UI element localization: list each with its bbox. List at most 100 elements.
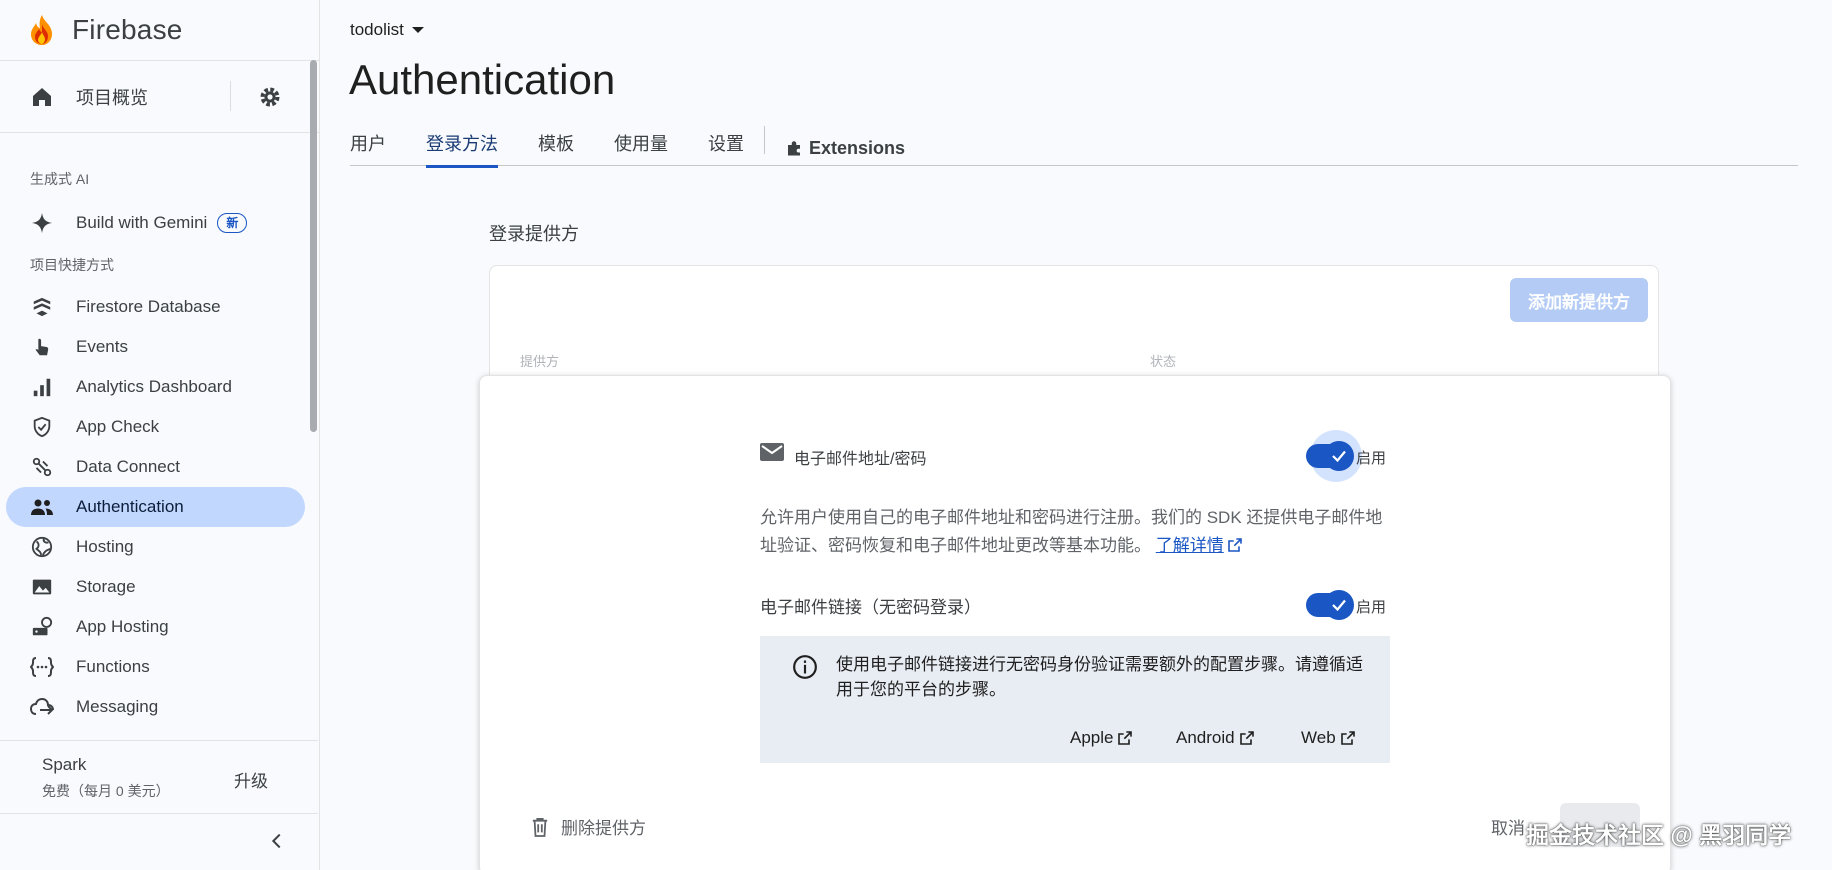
open-external-icon: [1227, 538, 1242, 552]
providers-table: 添加新提供方 提供方 状态: [489, 265, 1659, 385]
sidebar-item-functions[interactable]: Functions: [0, 647, 319, 687]
open-external-icon: [1239, 731, 1254, 745]
tab-templates[interactable]: 模板: [538, 118, 574, 166]
tab-usage[interactable]: 使用量: [614, 118, 668, 166]
project-name: todolist: [350, 20, 404, 39]
email-password-toggle[interactable]: [1306, 441, 1354, 471]
sidebar-item-messaging[interactable]: Messaging: [0, 687, 319, 727]
sidebar-scrollbar[interactable]: [310, 60, 317, 432]
image-icon: [30, 575, 54, 599]
email-password-enabled-label: 启用: [1356, 450, 1387, 467]
toggle-knob: [1324, 590, 1354, 620]
home-icon: [33, 87, 51, 106]
provider-edit-panel: [479, 375, 1671, 870]
email-password-title: 电子邮件地址/密码: [794, 451, 927, 468]
plan-info: Spark 免费（每月 0 美元） 升级: [0, 740, 318, 814]
sidebar-item-label: Functions: [76, 657, 150, 676]
sidebar-item-build-with-gemini[interactable]: Build with Gemini 新: [0, 203, 319, 243]
column-header-provider: 提供方: [520, 354, 560, 369]
brand-name: Firebase: [72, 14, 183, 45]
sparkle-icon: [30, 211, 54, 235]
caret-down-icon: [411, 27, 424, 33]
email-link-toggle[interactable]: [1306, 590, 1354, 620]
web-link[interactable]: Web: [1301, 728, 1356, 748]
firestore-icon: [30, 295, 54, 319]
app-hosting-icon: [30, 615, 54, 639]
sidebar-item-label: Data Connect: [76, 457, 180, 476]
sidebar-item-app-hosting[interactable]: App Hosting: [0, 607, 319, 647]
apple-link-label: Apple: [1070, 728, 1114, 747]
page-title: Authentication: [349, 56, 616, 103]
web-link-label: Web: [1301, 728, 1336, 747]
toggle-knob: [1324, 441, 1354, 471]
project-overview[interactable]: 项目概览: [0, 61, 319, 133]
email-password-description: 允许用户使用自己的电子邮件地址和密码进行注册。我们的 SDK 还提供电子邮件地址…: [760, 504, 1390, 560]
upgrade-button[interactable]: 升级: [234, 767, 268, 792]
chevron-left-icon[interactable]: [266, 830, 288, 852]
tab-extensions[interactable]: Extensions: [785, 118, 905, 166]
sidebar-item-label: Build with Gemini: [76, 213, 208, 232]
sidebar-item-storage[interactable]: Storage: [0, 567, 319, 607]
cancel-button[interactable]: 取消: [1491, 814, 1525, 839]
learn-more-label: 了解详情: [1155, 536, 1224, 555]
android-link-label: Android: [1176, 728, 1235, 747]
functions-icon: [30, 655, 54, 679]
sidebar-item-label: Firestore Database: [76, 297, 221, 316]
sidebar-item-label: Hosting: [76, 537, 134, 556]
brand-header[interactable]: Firebase: [0, 0, 319, 61]
plan-description: 免费（每月 0 美元）: [42, 783, 170, 799]
tab-separator: [764, 126, 765, 154]
sidebar-item-label: Events: [76, 337, 128, 356]
delete-provider-button[interactable]: 删除提供方: [531, 814, 646, 839]
sidebar-item-data-connect[interactable]: Data Connect: [0, 447, 319, 487]
tab-users[interactable]: 用户: [350, 118, 386, 166]
sidebar-item-label: App Hosting: [76, 617, 169, 636]
sidebar-item-label: Authentication: [76, 497, 184, 516]
data-connect-icon: [30, 455, 54, 479]
info-icon: [793, 655, 817, 679]
tab-extensions-label: Extensions: [809, 137, 906, 158]
touch-icon: [30, 335, 54, 359]
sidebar-item-label: Messaging: [76, 697, 159, 716]
check-icon: [1332, 450, 1346, 463]
people-icon: [30, 495, 54, 519]
sidebar: Firebase 项目概览 生成式 AI Build with Gemini 新…: [0, 0, 320, 870]
new-badge: 新: [217, 213, 248, 233]
email-link-enabled-label: 启用: [1356, 599, 1387, 616]
check-icon: [1332, 599, 1346, 612]
tab-sign-in-method[interactable]: 登录方法: [426, 118, 498, 168]
sidebar-item-authentication[interactable]: Authentication: [6, 487, 305, 527]
column-header-status: 状态: [1150, 354, 1177, 369]
sidebar-item-firestore[interactable]: Firestore Database: [0, 287, 319, 327]
section-label-shortcuts: 项目快捷方式: [30, 257, 114, 273]
sidebar-item-label: Storage: [76, 577, 136, 596]
watermark: 掘金技术社区 @ 黑羽同学: [1526, 822, 1792, 848]
bar-chart-icon: [30, 375, 54, 399]
learn-more-link[interactable]: 了解详情: [1156, 536, 1243, 555]
email-link-title: 电子邮件链接（无密码登录）: [760, 598, 981, 617]
sidebar-item-label: App Check: [76, 417, 160, 436]
extensions-icon: [788, 141, 800, 156]
gear-icon[interactable]: [258, 85, 282, 109]
sidebar-item-app-check[interactable]: App Check: [0, 407, 319, 447]
plan-name: Spark: [42, 755, 87, 774]
info-text: 使用电子邮件链接进行无密码身份验证需要额外的配置步骤。请遵循适用于您的平台的步骤…: [836, 655, 1363, 699]
project-selector[interactable]: todolist: [350, 20, 424, 40]
tab-bar: 用户 登录方法 模板 使用量 设置 Extensions: [350, 118, 1798, 168]
add-provider-button[interactable]: 添加新提供方: [1510, 278, 1648, 322]
sidebar-item-label: Analytics Dashboard: [76, 377, 232, 396]
sidebar-item-events[interactable]: Events: [0, 327, 319, 367]
firebase-logo-icon: [31, 15, 52, 45]
mail-icon: [760, 443, 784, 461]
description-text: 允许用户使用自己的电子邮件地址和密码进行注册。我们的 SDK 还提供电子邮件地址…: [760, 508, 1383, 555]
cloud-send-icon: [30, 695, 54, 719]
providers-heading: 登录提供方: [489, 224, 579, 244]
sidebar-item-analytics[interactable]: Analytics Dashboard: [0, 367, 319, 407]
tab-settings[interactable]: 设置: [708, 118, 744, 166]
open-external-icon: [1340, 731, 1355, 745]
sidebar-item-hosting[interactable]: Hosting: [0, 527, 319, 567]
android-link[interactable]: Android: [1176, 728, 1255, 748]
apple-link[interactable]: Apple: [1070, 728, 1133, 748]
delete-provider-label: 删除提供方: [561, 819, 646, 838]
divider: [230, 81, 231, 111]
